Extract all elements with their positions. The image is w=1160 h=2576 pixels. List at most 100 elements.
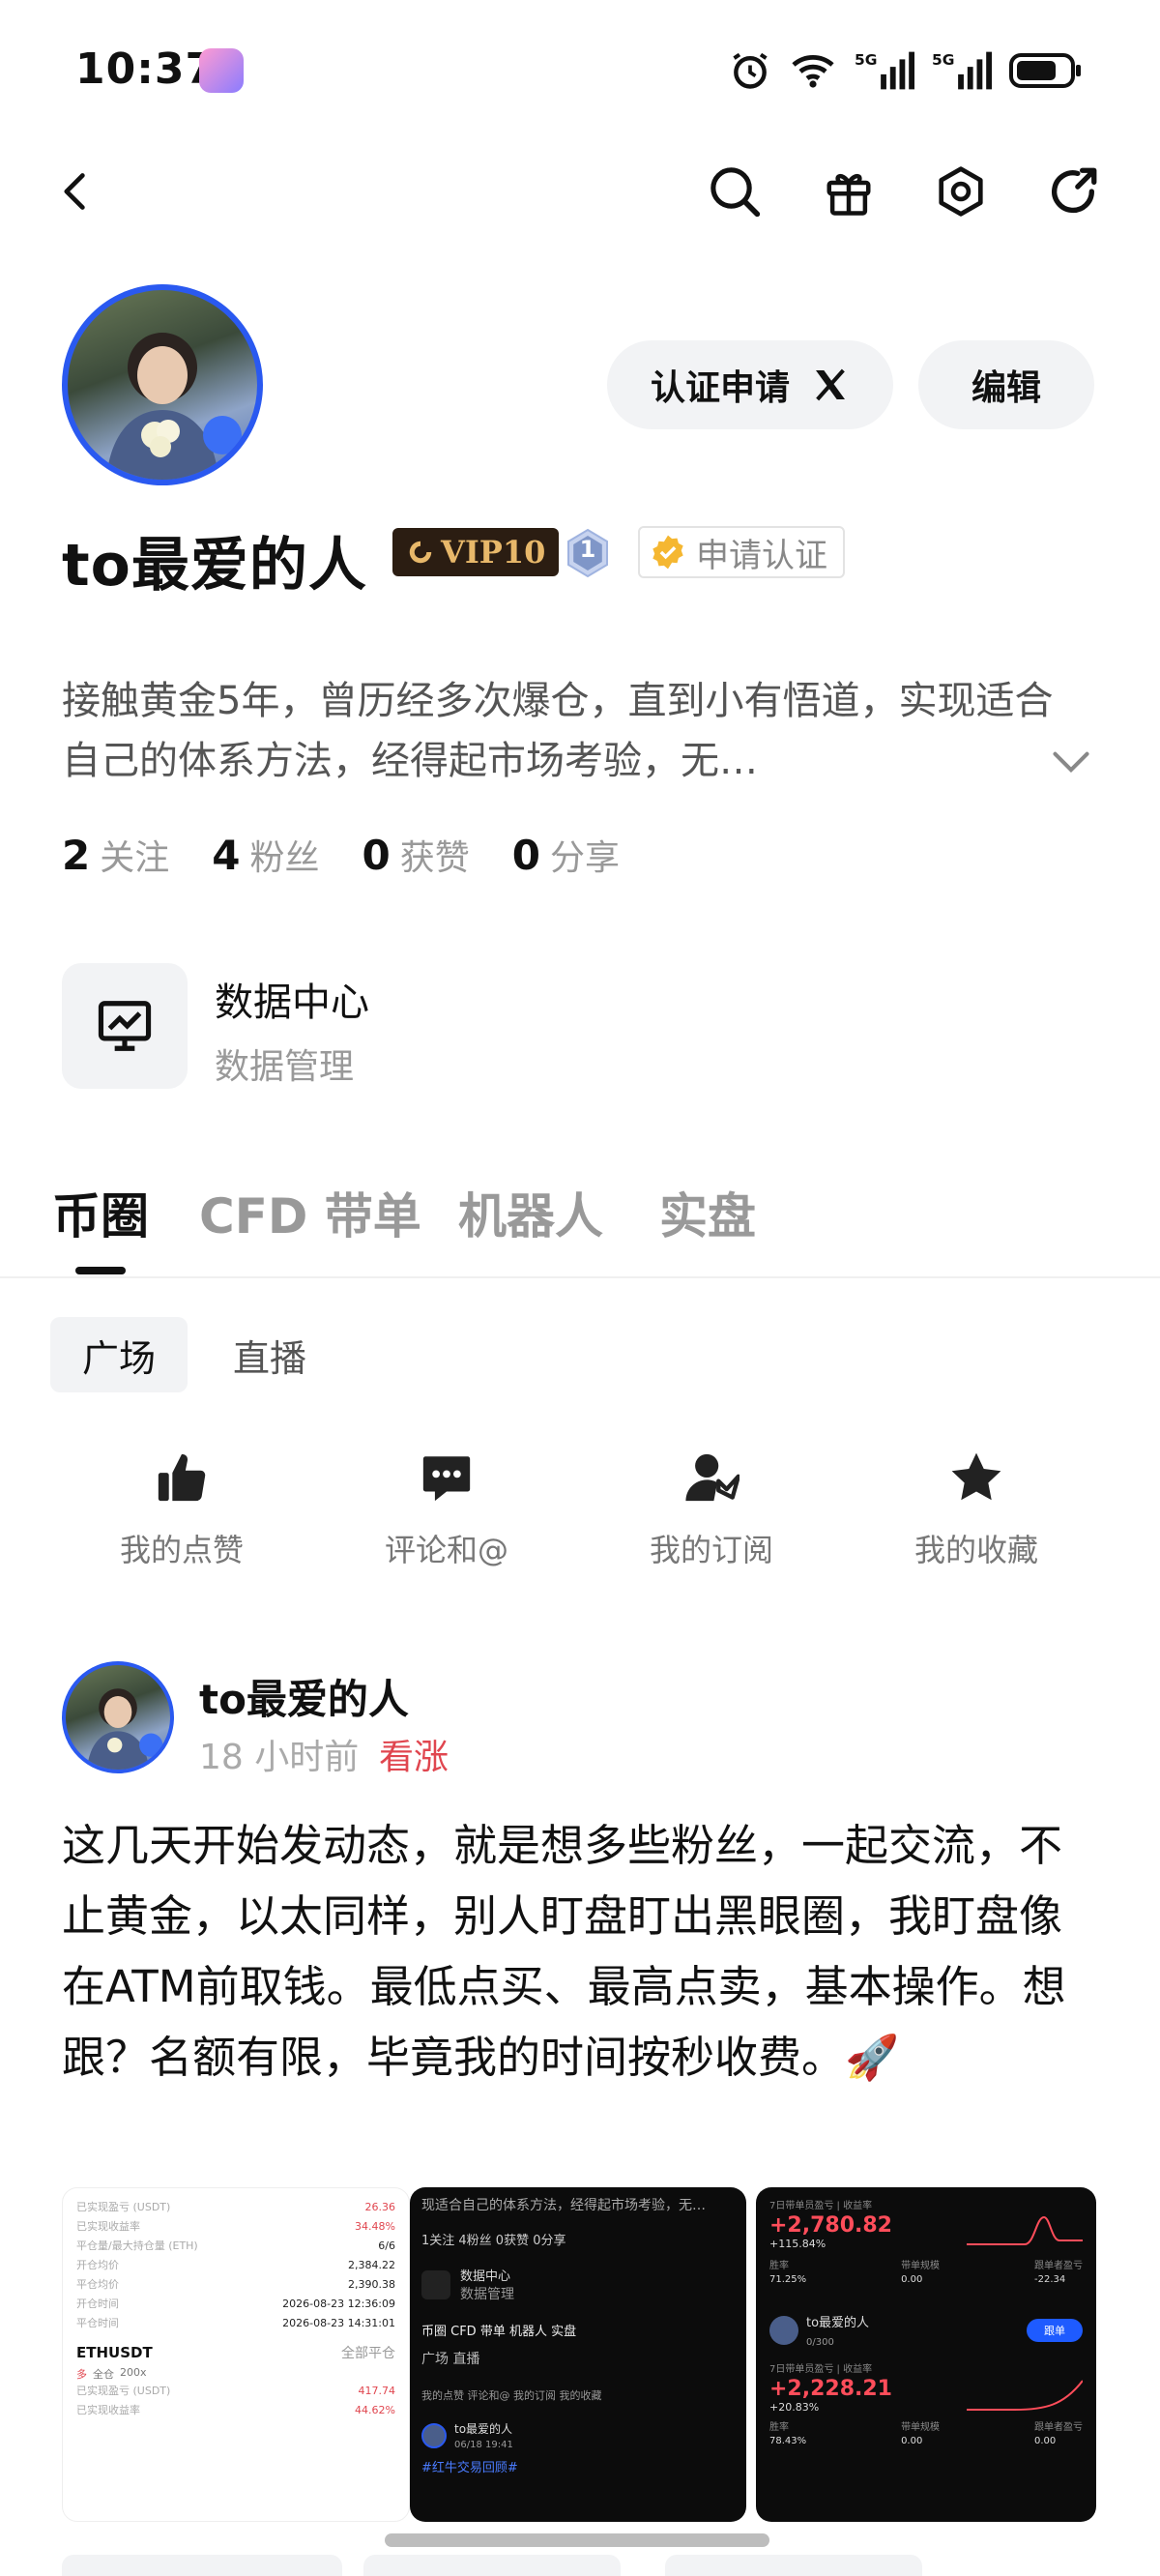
- tab-cfd[interactable]: CFD 带单: [199, 1178, 421, 1247]
- thumb3-label-1: 7日带单员盈亏 | 收益率: [769, 2201, 873, 2211]
- copy-trade-metric-value: -22.34: [1033, 2274, 1066, 2285]
- thumb3-trader-capacity: 0/300: [806, 2337, 834, 2348]
- data-center-title[interactable]: 数据中心: [215, 971, 369, 1027]
- image-carousel-scrollbar[interactable]: [385, 2533, 769, 2547]
- trade-detail-key: 平仓量/最大持仓量 (ETH): [76, 2239, 198, 2252]
- bottom-chip-1[interactable]: [62, 2555, 342, 2576]
- subtab-live[interactable]: 直播: [201, 1317, 338, 1392]
- alarm-icon: [733, 52, 768, 89]
- share-icon[interactable]: [1042, 161, 1104, 222]
- thumb3-pnl-2: +2,228.21: [769, 2377, 892, 2401]
- trade-detail-value: 6/6: [378, 2239, 395, 2252]
- search-icon[interactable]: [704, 161, 766, 222]
- copy-trade-metric-label: 跟单者盈亏: [1033, 2261, 1083, 2271]
- post-image-3[interactable]: 7日带单员盈亏 | 收益率 +2,780.82 +115.84% 胜率 71.25…: [756, 2187, 1096, 2522]
- verified-icon: [652, 535, 683, 570]
- thumbs-up-icon: [151, 1447, 213, 1508]
- settings-icon[interactable]: [930, 161, 992, 222]
- thumb2-post-header: to最爱的人 06/18 19:41: [421, 2420, 735, 2451]
- copy-trade-metric-label: 胜率: [769, 2422, 789, 2433]
- stat-followers[interactable]: 4 粉丝: [212, 830, 319, 880]
- trade-tags: 多 全仓 200x: [76, 2366, 395, 2382]
- comments-mentions-action[interactable]: 评论和@: [350, 1447, 543, 1570]
- stat-likes-value: 0: [362, 832, 391, 879]
- vip-crest-icon: [409, 541, 432, 564]
- profile-username: to最爱的人: [62, 532, 367, 600]
- trade-detail-row: 已实现收益率 34.48%: [76, 2217, 395, 2237]
- edit-profile-label: 编辑: [971, 368, 1041, 408]
- trade-detail-value: 2,390.38: [348, 2278, 395, 2291]
- copy-trade-metric: 跟单者盈亏 -22.34: [1034, 2260, 1083, 2287]
- tab-active-indicator: [75, 1267, 126, 1274]
- copy-trade-metric-value: 71.25%: [769, 2274, 807, 2285]
- profile-bio: 接触黄金5年，曾历经多次爆仓，直到小有悟道，实现适合自己的体系方法，经得起市场考…: [62, 679, 1054, 783]
- copy-trade-metric-label: 胜率: [769, 2261, 789, 2271]
- trade-detail-row: 平仓量/最大持仓量 (ETH) 6/6: [76, 2237, 395, 2256]
- post-author-name[interactable]: to最爱的人: [199, 1667, 409, 1726]
- thumb3-sparkline-1: [967, 2215, 1083, 2245]
- copy-trade-metric-label: 带单规模: [901, 2422, 941, 2433]
- thumb3-label-2: 7日带单员盈亏 | 收益率: [769, 2364, 873, 2375]
- stat-shares-value: 0: [511, 832, 540, 879]
- back-icon[interactable]: [44, 161, 106, 222]
- trade-detail-rows: 已实现盈亏 (USDT) 26.36 已实现收益率 34.48% 平仓量/最大持仓量 (…: [76, 2198, 395, 2333]
- stat-following-label: 关注: [100, 838, 170, 878]
- tab-crypto[interactable]: 币圈: [52, 1178, 149, 1247]
- my-subscriptions-action[interactable]: 我的订阅: [615, 1447, 808, 1570]
- thumb3-sparkline-2: [967, 2380, 1083, 2411]
- trade-symbol: ETHUSDT: [76, 2344, 153, 2361]
- trade-detail-key: 开仓时间: [76, 2298, 119, 2310]
- edit-profile-button[interactable]: 编辑: [918, 340, 1094, 429]
- star-icon: [945, 1447, 1007, 1508]
- thumb2-data-center: 数据中心 数据管理: [421, 2266, 735, 2303]
- my-likes-action[interactable]: 我的点赞: [85, 1447, 278, 1570]
- stat-likes[interactable]: 0 获赞: [362, 830, 470, 880]
- thumb2-date: 06/18 19:41: [454, 2440, 513, 2450]
- post-time: 18 小时前: [199, 1738, 360, 1777]
- my-favorites-action[interactable]: 我的收藏: [880, 1447, 1073, 1570]
- app-notification-icon: [199, 48, 244, 93]
- trade-detail-key: 开仓均价: [76, 2259, 119, 2271]
- trade-detail-key: 平仓时间: [76, 2317, 119, 2329]
- stat-following-value: 2: [62, 832, 91, 879]
- trade-detail-rows-2: 已实现盈亏 (USDT) 417.74 已实现收益率 44.62%: [76, 2382, 395, 2420]
- tab-robot[interactable]: 机器人: [458, 1178, 603, 1247]
- svg-text:5G: 5G: [855, 51, 878, 69]
- apply-certification-button[interactable]: 认证申请: [607, 340, 893, 429]
- profile-avatar[interactable]: [62, 284, 263, 485]
- trade-detail-value: 2026-08-23 12:36:09: [282, 2298, 395, 2310]
- post-author-avatar[interactable]: [62, 1661, 174, 1773]
- trade-detail-row: 已实现收益率 44.62%: [76, 2401, 395, 2420]
- signal-5g-icon: 5G: [855, 51, 914, 90]
- trade-detail-value: 44.62%: [355, 2404, 395, 2416]
- post-image-2[interactable]: 现适合自己的体系方法，经得起市场考验，无… 1关注 4粉丝 0获赞 0分享 数据…: [410, 2187, 746, 2522]
- trade-detail-key: 平仓均价: [76, 2278, 119, 2291]
- stat-shares[interactable]: 0 分享: [512, 830, 620, 880]
- apply-certification-label: 认证申请: [650, 368, 790, 408]
- copy-trade-metric: 带单规模 0.00: [901, 2260, 940, 2287]
- bottom-chip-3[interactable]: [665, 2555, 922, 2576]
- gift-icon[interactable]: [818, 161, 880, 222]
- subscribe-icon: [681, 1447, 742, 1508]
- subtab-square[interactable]: 广场: [50, 1317, 188, 1392]
- stat-following[interactable]: 2 关注: [62, 830, 169, 880]
- svg-text:5G: 5G: [932, 51, 955, 69]
- trade-detail-key: 已实现收益率: [76, 2220, 140, 2233]
- trade-detail-row: 平仓时间 2026-08-23 14:31:01: [76, 2314, 395, 2333]
- copy-trade-metric-value: 0.00: [901, 2436, 923, 2446]
- trade-detail-value: 417.74: [358, 2385, 396, 2397]
- thumb2-tabs: 币圈 CFD 带单 机器人 实盘: [421, 2325, 577, 2339]
- thumb3-metrics-2: 胜率 78.43% 带单规模 0.00 跟单者盈亏 0.00: [769, 2421, 1083, 2448]
- trade-tag-side: 多: [76, 2368, 87, 2381]
- expand-bio-icon[interactable]: [1050, 746, 1092, 779]
- apply-cert-badge[interactable]: 申请认证: [638, 526, 845, 578]
- comment-icon: [416, 1447, 478, 1508]
- trade-detail-value: 34.48%: [355, 2220, 395, 2233]
- tab-live-trading[interactable]: 实盘: [659, 1178, 756, 1247]
- post-image-1[interactable]: 已实现盈亏 (USDT) 26.36 已实现收益率 34.48% 平仓量/最大持仓量 (…: [62, 2187, 410, 2522]
- thumb2-stats: 1关注 4粉丝 0获赞 0分享: [421, 2234, 566, 2248]
- bottom-chip-2[interactable]: [363, 2555, 621, 2576]
- wifi-icon: [792, 54, 834, 88]
- trade-detail-row: 开仓时间 2026-08-23 12:36:09: [76, 2295, 395, 2314]
- data-center-icon[interactable]: [62, 963, 188, 1089]
